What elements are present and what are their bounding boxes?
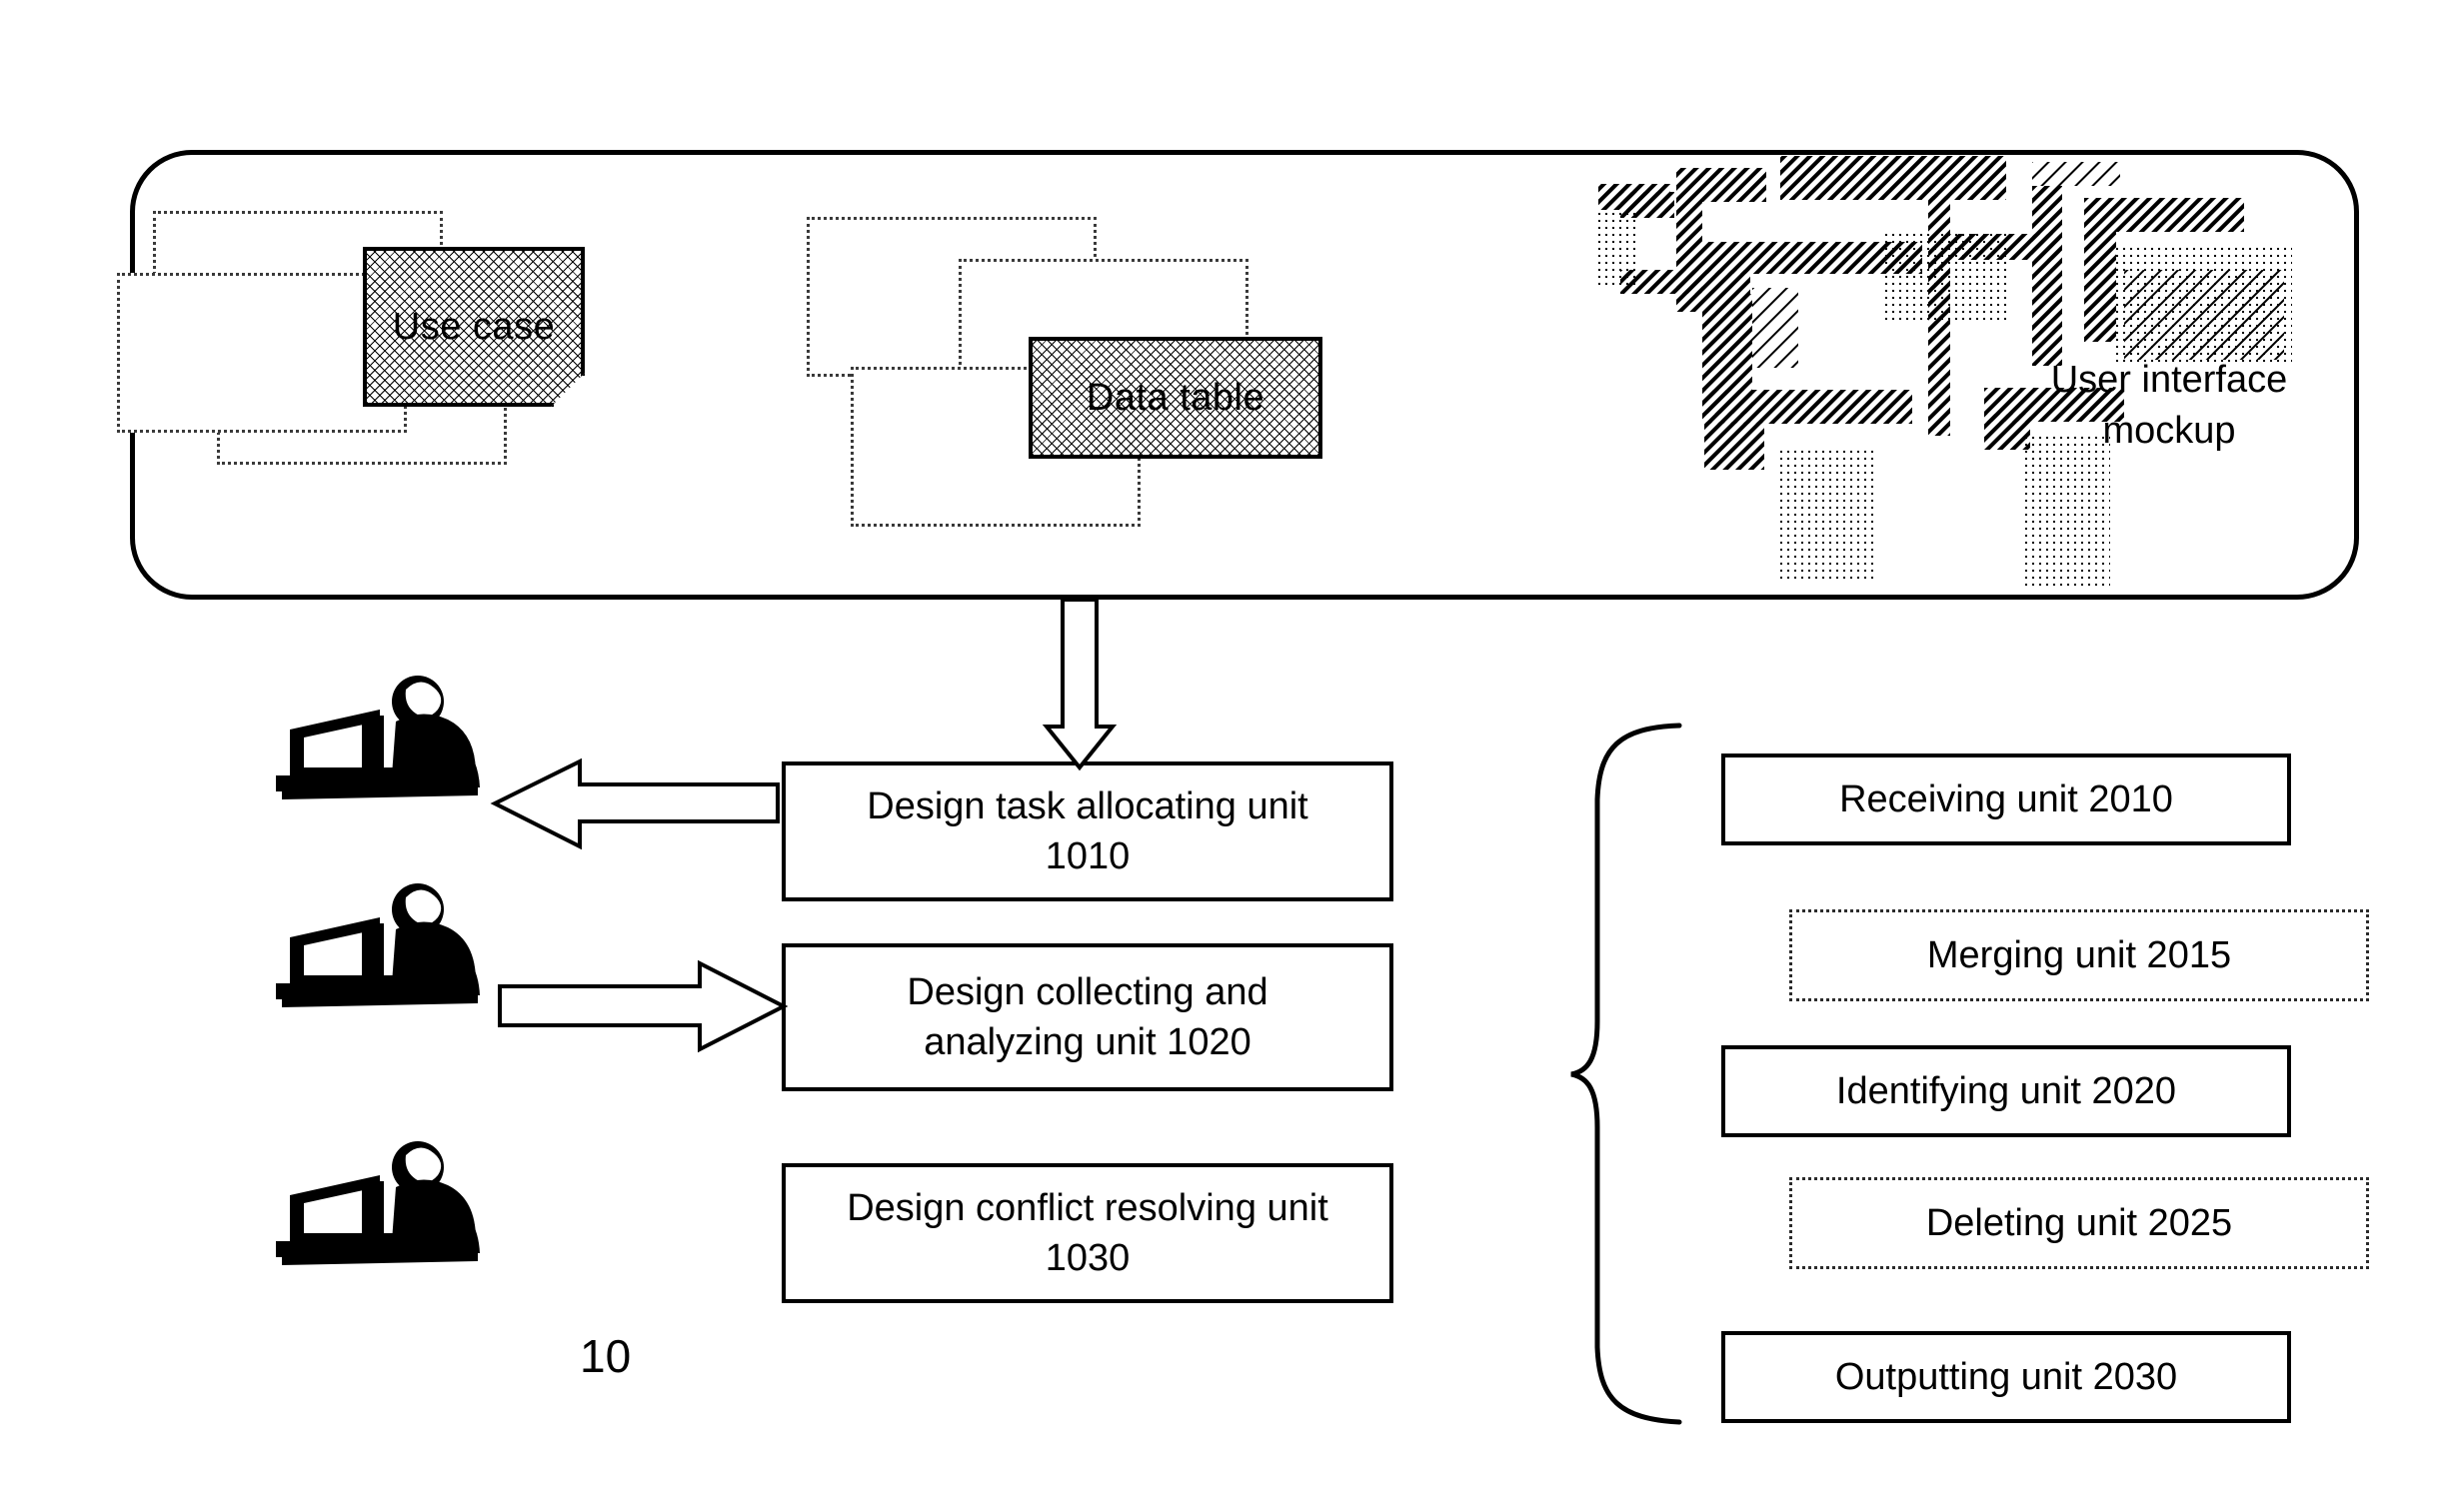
unit-box-identifying[interactable]: Identifying unit 2020 xyxy=(1721,1045,2291,1137)
use-case-label: Use case xyxy=(392,305,556,348)
unit-2025-label: Deleting unit 2025 xyxy=(1925,1201,2233,1244)
ui-mockup-caption: User interface mockup xyxy=(2004,355,2334,458)
designer-at-workstation-icon-1 xyxy=(276,676,480,799)
unit-1010-label-line-1: Design task allocating unit xyxy=(867,784,1308,827)
unit-1010-reference-number: 1010 xyxy=(1045,835,1131,877)
designer-at-workstation-icon-2 xyxy=(276,883,480,1007)
unit-box-outputting[interactable]: Outputting unit 2030 xyxy=(1721,1331,2291,1423)
unit-box-design-task-allocating[interactable]: Design task allocating unit 1010 xyxy=(782,761,1393,901)
unit-box-receiving[interactable]: Receiving unit 2010 xyxy=(1721,754,2291,845)
unit-box-deleting[interactable]: Deleting unit 2025 xyxy=(1789,1177,2369,1269)
arrow-allocating-unit-to-designer xyxy=(490,757,780,850)
unit-1020-label-line-2: analyzing unit 1020 xyxy=(924,1021,1251,1063)
artifact-panel: Use case Data table User interface mocku… xyxy=(117,150,2359,600)
unit-1030-reference-number: 1030 xyxy=(1045,1237,1131,1279)
unit-1030-label-line-1: Design conflict resolving unit xyxy=(847,1186,1328,1229)
designer-at-workstation-icon-3 xyxy=(276,1141,480,1265)
ui-mockup-caption-line-2: mockup xyxy=(2102,410,2236,453)
data-table-label: Data table xyxy=(1086,376,1265,419)
unit-2010-label: Receiving unit 2010 xyxy=(1839,777,2173,820)
unit-1020-label-line-1: Design collecting and xyxy=(907,970,1268,1013)
page-fold-corner-icon xyxy=(551,373,585,407)
unit-box-merging[interactable]: Merging unit 2015 xyxy=(1789,909,2369,1001)
use-case-card[interactable]: Use case xyxy=(363,247,585,407)
patent-figure: Use case Data table User interface mocku… xyxy=(0,0,2443,1512)
unit-2030-label: Outputting unit 2030 xyxy=(1834,1355,2178,1398)
figure-number: 10 xyxy=(580,1330,632,1382)
unit-2020-label: Identifying unit 2020 xyxy=(1835,1069,2177,1112)
data-table-card[interactable]: Data table xyxy=(1029,337,1322,459)
unit-box-design-conflict-resolving[interactable]: Design conflict resolving unit 1030 xyxy=(782,1163,1393,1303)
ui-mockup-caption-line-1: User interface xyxy=(2050,359,2288,401)
arrow-designer-to-collecting-unit xyxy=(498,959,789,1053)
right-units-grouping-brace xyxy=(1570,723,1682,1425)
arrow-panel-to-allocating-unit xyxy=(1042,598,1118,771)
unit-2015-label: Merging unit 2015 xyxy=(1926,933,2232,976)
unit-box-design-collecting-analyzing[interactable]: Design collecting and analyzing unit 102… xyxy=(782,943,1393,1091)
